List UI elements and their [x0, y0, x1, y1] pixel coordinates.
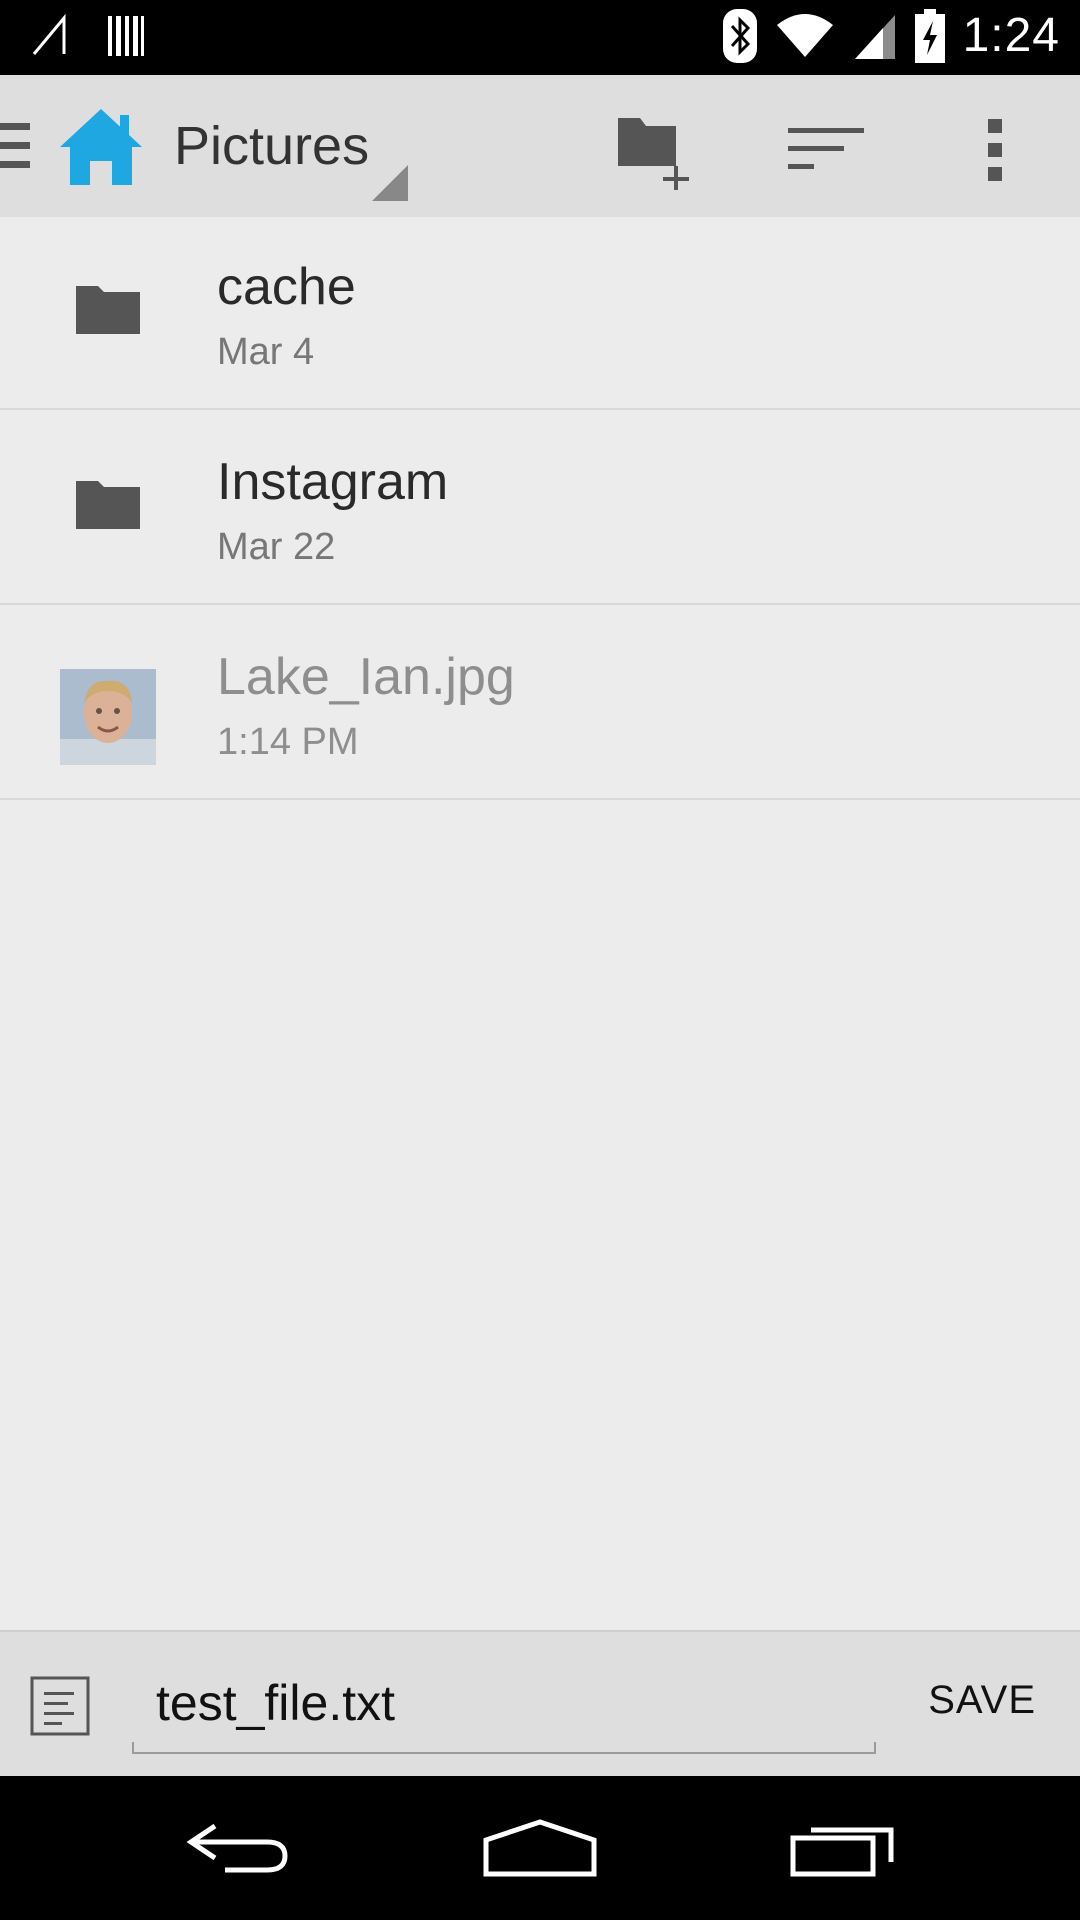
- new-folder-button[interactable]: [604, 105, 704, 195]
- new-folder-icon: [618, 118, 689, 190]
- save-button[interactable]: SAVE: [928, 1678, 1036, 1723]
- file-date: Mar 22: [217, 526, 336, 568]
- recents-icon: [790, 1827, 894, 1877]
- folder-icon: [76, 481, 140, 529]
- folder-title[interactable]: Pictures: [174, 115, 369, 177]
- file-name: cache: [217, 258, 356, 316]
- status-left: [30, 10, 146, 60]
- back-button[interactable]: [170, 1806, 310, 1890]
- list-item-instagram[interactable]: Instagram Mar 22: [0, 412, 1080, 605]
- signal-off-icon: [32, 13, 66, 55]
- home-nav-icon: [483, 1819, 597, 1877]
- document-icon: [30, 1676, 90, 1736]
- list-item-lake-ian[interactable]: Lake_Ian.jpg 1:14 PM: [0, 607, 1080, 800]
- status-right: 1:24: [722, 8, 1060, 63]
- back-icon: [186, 1823, 288, 1873]
- filename-input[interactable]: [132, 1654, 876, 1754]
- overflow-menu-button[interactable]: [946, 105, 1046, 195]
- file-list[interactable]: cache Mar 4 Instagram Mar 22 Lake_Ian.jp…: [0, 217, 1080, 1630]
- navigation-bar: [0, 1776, 1080, 1920]
- file-date: Mar 4: [217, 331, 315, 373]
- overflow-menu-icon: [988, 119, 1002, 181]
- image-thumbnail: [60, 669, 156, 765]
- sort-icon: [788, 128, 864, 169]
- file-name: Lake_Ian.jpg: [217, 648, 515, 706]
- cell-signal-icon: [854, 14, 895, 59]
- file-name: Instagram: [217, 453, 449, 511]
- home-icon[interactable]: [58, 105, 144, 187]
- action-bar: Pictures: [0, 75, 1080, 225]
- wifi-icon: [776, 13, 833, 57]
- input-underline-tick: [132, 1742, 134, 1754]
- status-bar: 1:24: [0, 0, 1080, 75]
- save-bar: SAVE: [0, 1630, 1080, 1776]
- status-time: 1:24: [962, 9, 1060, 62]
- battery-charging-icon: [914, 8, 945, 63]
- home-nav-button[interactable]: [470, 1806, 610, 1890]
- folder-icon: [76, 286, 140, 334]
- input-underline-tick: [874, 1742, 876, 1754]
- barcode-icon: [108, 16, 144, 56]
- list-item-cache[interactable]: cache Mar 4: [0, 217, 1080, 410]
- recents-button[interactable]: [774, 1806, 914, 1890]
- file-date: 1:14 PM: [217, 721, 359, 763]
- bluetooth-icon: [722, 8, 757, 63]
- spinner-indicator-icon: [372, 165, 408, 201]
- drawer-icon[interactable]: [0, 119, 34, 173]
- sort-button[interactable]: [776, 105, 876, 195]
